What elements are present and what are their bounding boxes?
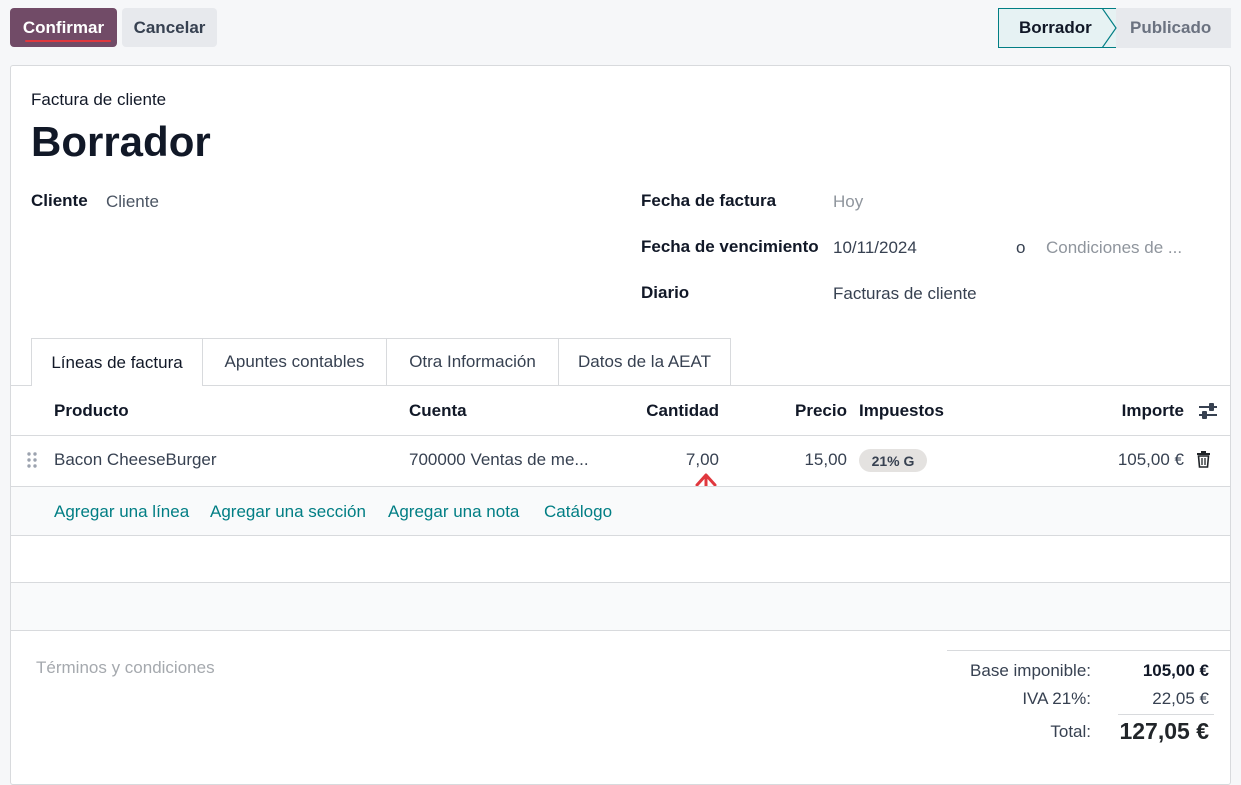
- tax-badge[interactable]: 21% G: [859, 449, 927, 472]
- tab-otra-informacion[interactable]: Otra Información: [386, 338, 559, 385]
- annotation-underline: [25, 40, 111, 42]
- confirm-button[interactable]: Confirmar: [10, 8, 117, 47]
- add-links-row: [11, 487, 1230, 535]
- table-bottom-divider: [11, 630, 1230, 631]
- add-note-link[interactable]: Agregar una nota: [388, 502, 519, 522]
- cancel-button-label: Cancelar: [133, 17, 206, 37]
- base-imponible-label: Base imponible:: [970, 661, 1091, 680]
- cancel-button[interactable]: Cancelar: [122, 8, 217, 47]
- status-stage-publicado[interactable]: Publicado: [1103, 8, 1231, 48]
- diario-input[interactable]: Facturas de cliente: [833, 284, 977, 304]
- drag-handle-icon[interactable]: [26, 451, 38, 469]
- diario-label: Diario: [641, 283, 690, 302]
- base-imponible-value: 105,00 €: [1142, 661, 1209, 680]
- column-header-producto[interactable]: Producto: [54, 401, 129, 421]
- status-stage-borrador[interactable]: Borrador: [998, 8, 1116, 48]
- totals-divider: [1118, 714, 1214, 715]
- condiciones-pago-input[interactable]: Condiciones de ...: [1046, 238, 1182, 258]
- cliente-input[interactable]: Cliente: [106, 192, 159, 212]
- column-header-cantidad[interactable]: Cantidad: [599, 401, 719, 421]
- totals-top-divider: [947, 650, 1230, 651]
- total-value: 127,05 €: [1119, 718, 1209, 744]
- cliente-label: Cliente: [31, 191, 88, 210]
- iva-value: 22,05 €: [1152, 689, 1209, 708]
- cell-importe: 105,00 €: [1117, 450, 1184, 469]
- column-header-impuestos[interactable]: Impuestos: [859, 401, 944, 421]
- cell-producto[interactable]: Bacon CheeseBurger: [54, 450, 217, 470]
- page-title: Borrador: [31, 118, 211, 165]
- column-header-cuenta[interactable]: Cuenta: [409, 401, 467, 421]
- or-separator: o: [1016, 238, 1026, 257]
- status-bar: Publicado Borrador: [998, 8, 1231, 48]
- status-stage-label: Publicado: [1130, 18, 1212, 37]
- row-divider: [11, 535, 1230, 536]
- cell-precio[interactable]: 15,00: [747, 450, 847, 470]
- catalog-link[interactable]: Catálogo: [544, 502, 612, 522]
- row-divider: [11, 582, 1230, 583]
- iva-label: IVA 21%:: [1022, 689, 1091, 708]
- column-header-importe[interactable]: Importe: [1064, 401, 1184, 421]
- empty-row-shade: [11, 583, 1230, 630]
- add-line-link[interactable]: Agregar una línea: [54, 502, 189, 522]
- fecha-vencimiento-input[interactable]: 10/11/2024: [833, 238, 917, 258]
- tab-label: Líneas de factura: [51, 352, 183, 372]
- tab-apuntes-contables[interactable]: Apuntes contables: [202, 338, 387, 385]
- tab-label: Datos de la AEAT: [578, 352, 711, 371]
- status-arrow-icon: [1102, 8, 1117, 48]
- tab-datos-aeat[interactable]: Datos de la AEAT: [558, 338, 731, 385]
- confirm-button-label: Confirmar: [22, 17, 105, 37]
- add-section-link[interactable]: Agregar una sección: [210, 502, 366, 522]
- fecha-factura-label: Fecha de factura: [641, 191, 777, 210]
- document-type-label: Factura de cliente: [31, 90, 167, 109]
- terms-conditions-input[interactable]: Términos y condiciones: [36, 658, 215, 678]
- tab-label: Apuntes contables: [224, 352, 365, 371]
- tab-lineas-factura[interactable]: Líneas de factura: [31, 338, 203, 386]
- fecha-factura-input[interactable]: Hoy: [833, 192, 863, 212]
- cell-cantidad[interactable]: 7,00: [619, 450, 719, 470]
- fecha-vencimiento-label: Fecha de vencimiento: [641, 237, 819, 256]
- status-stage-label: Borrador: [1019, 18, 1092, 37]
- column-header-precio[interactable]: Precio: [747, 401, 847, 421]
- trash-icon[interactable]: [1196, 451, 1211, 468]
- cell-cuenta[interactable]: 700000 Ventas de me...: [409, 450, 589, 470]
- tab-label: Otra Información: [409, 352, 536, 371]
- column-settings-icon[interactable]: [1198, 402, 1218, 420]
